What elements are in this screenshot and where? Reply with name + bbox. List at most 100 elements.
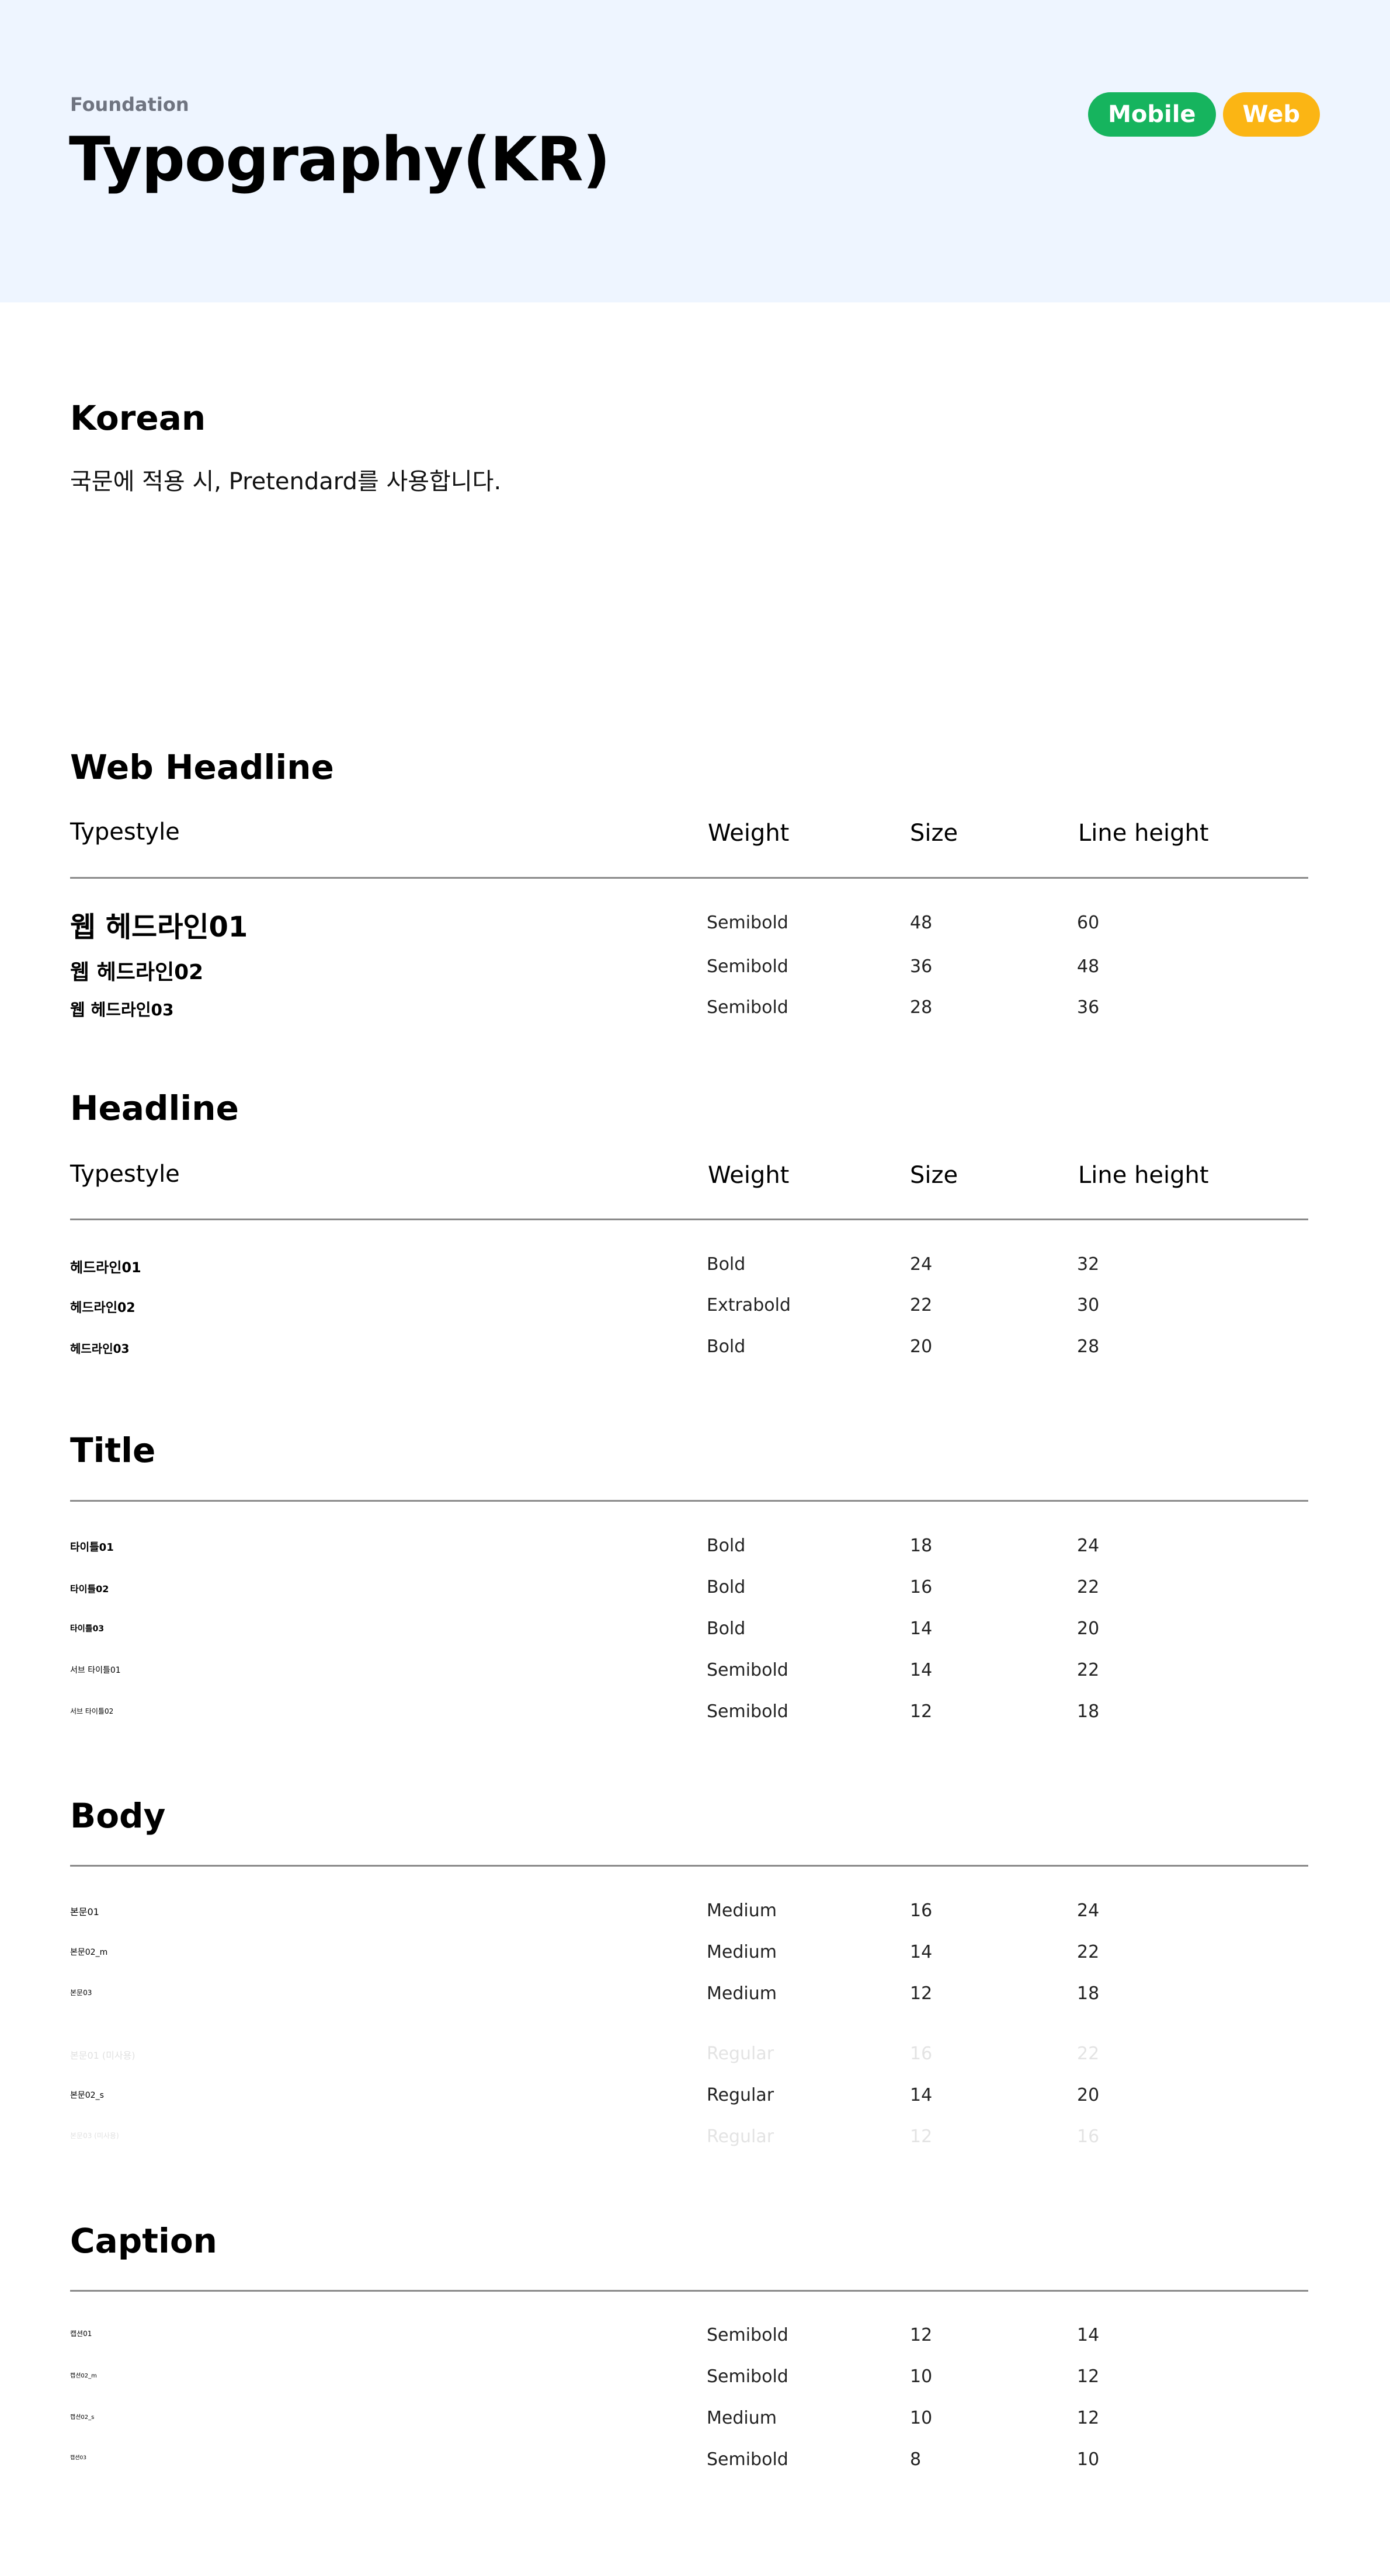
column-header-typestyle: Typestyle — [70, 1161, 180, 1188]
line-height-value: 14 — [1077, 2325, 1100, 2345]
type-sample-sub-title-02: 서브 타이틀02 — [70, 1707, 114, 1715]
weight-value: Semibold — [707, 913, 788, 933]
type-sample-sub-title-01: 서브 타이틀01 — [70, 1666, 121, 1675]
size-value: 16 — [910, 1900, 933, 1921]
weight-value: Bold — [707, 1577, 746, 1597]
line-height-value: 24 — [1077, 1536, 1100, 1556]
line-height-value: 18 — [1077, 1983, 1100, 2004]
line-height-value: 28 — [1077, 1336, 1100, 1357]
web-badge[interactable]: Web — [1222, 92, 1320, 137]
type-sample-caption-02-s: 캡션02_s — [70, 2414, 95, 2421]
line-height-value: 12 — [1077, 2366, 1100, 2387]
type-sample-title-02: 타이틀02 — [70, 1583, 109, 1595]
line-height-value: 60 — [1077, 913, 1100, 933]
mobile-badge[interactable]: Mobile — [1088, 92, 1216, 137]
type-sample-body-02-m: 본문02_m — [70, 1948, 108, 1957]
headline-section-title: Headline — [70, 1088, 239, 1128]
size-value: 12 — [910, 2325, 933, 2345]
weight-value: Regular — [707, 2126, 774, 2147]
line-height-value: 30 — [1077, 1295, 1100, 1315]
weight-value: Bold — [707, 1536, 746, 1556]
size-value: 48 — [910, 913, 933, 933]
divider — [70, 1500, 1308, 1502]
weight-value: Semibold — [707, 1660, 788, 1680]
column-header-weight: Weight — [708, 1162, 790, 1189]
line-height-value: 10 — [1077, 2449, 1100, 2470]
title-section-title: Title — [70, 1430, 156, 1470]
size-value: 28 — [910, 997, 933, 1018]
column-header-typestyle: Typestyle — [70, 819, 180, 845]
type-sample-headline-01: 헤드라인01 — [70, 1259, 141, 1276]
weight-value: Medium — [707, 1942, 777, 1962]
column-header-line-height: Line height — [1078, 820, 1209, 847]
divider — [70, 1219, 1308, 1220]
line-height-value: 16 — [1077, 2126, 1100, 2147]
weight-value: Semibold — [707, 1701, 788, 1722]
breadcrumb: Foundation — [70, 93, 189, 116]
size-value: 20 — [910, 1336, 933, 1357]
weight-value: Semibold — [707, 2366, 788, 2387]
type-sample-body-03: 본문03 — [70, 1989, 92, 1997]
weight-value: Extrabold — [707, 1295, 791, 1315]
type-sample-body-01: 본문01 — [70, 1906, 99, 1917]
size-value: 14 — [910, 1660, 933, 1680]
size-value: 24 — [910, 1254, 933, 1275]
weight-value: Medium — [707, 1900, 777, 1921]
line-height-value: 22 — [1077, 1577, 1100, 1597]
type-sample-web-headline-03: 웹 헤드라인03 — [70, 1000, 174, 1019]
size-value: 14 — [910, 1618, 933, 1639]
size-value: 14 — [910, 1942, 933, 1962]
type-sample-caption-01: 캡션01 — [70, 2330, 92, 2338]
line-height-value: 48 — [1077, 956, 1100, 977]
weight-value: Regular — [707, 2044, 774, 2064]
weight-value: Semibold — [707, 956, 788, 977]
type-sample-headline-03: 헤드라인03 — [70, 1342, 130, 1356]
divider — [70, 877, 1308, 879]
web-headline-section-title: Web Headline — [70, 747, 334, 787]
body-section-title: Body — [70, 1796, 166, 1836]
column-header-weight: Weight — [708, 820, 790, 847]
line-height-value: 20 — [1077, 1618, 1100, 1639]
type-sample-title-01: 타이틀01 — [70, 1541, 114, 1554]
line-height-value: 24 — [1077, 1900, 1100, 1921]
type-sample-body-01-regular: 본문01 (미사용) — [70, 2050, 135, 2061]
line-height-value: 32 — [1077, 1254, 1100, 1275]
size-value: 10 — [910, 2366, 933, 2387]
korean-description: 국문에 적용 시, Pretendard를 사용합니다. — [70, 468, 502, 495]
size-value: 12 — [910, 1983, 933, 2004]
page-title: Typography(KR) — [69, 124, 610, 195]
column-header-size: Size — [910, 820, 958, 847]
size-value: 22 — [910, 1295, 933, 1315]
weight-value: Regular — [707, 2085, 774, 2105]
weight-value: Semibold — [707, 997, 788, 1018]
type-sample-web-headline-02: 웹 헤드라인02 — [70, 960, 204, 984]
type-sample-caption-02-m: 캡션02_m — [70, 2373, 97, 2379]
platform-badges: Mobile Web — [1088, 92, 1320, 137]
caption-section-title: Caption — [70, 2221, 217, 2261]
column-header-size: Size — [910, 1162, 958, 1189]
type-sample-title-03: 타이틀03 — [70, 1624, 105, 1634]
korean-section-title: Korean — [70, 398, 206, 438]
line-height-value: 22 — [1077, 1942, 1100, 1962]
size-value: 18 — [910, 1536, 933, 1556]
weight-value: Bold — [707, 1336, 746, 1357]
weight-value: Semibold — [707, 2449, 788, 2470]
weight-value: Bold — [707, 1618, 746, 1639]
size-value: 16 — [910, 1577, 933, 1597]
column-header-line-height: Line height — [1078, 1162, 1209, 1189]
size-value: 10 — [910, 2408, 933, 2428]
size-value: 36 — [910, 956, 933, 977]
type-sample-body-03-regular: 본문03 (미사용) — [70, 2132, 119, 2140]
divider — [70, 2290, 1308, 2292]
size-value: 14 — [910, 2085, 933, 2105]
weight-value: Medium — [707, 1983, 777, 2004]
line-height-value: 12 — [1077, 2408, 1100, 2428]
line-height-value: 18 — [1077, 1701, 1100, 1722]
size-value: 12 — [910, 1701, 933, 1722]
size-value: 8 — [910, 2449, 922, 2470]
weight-value: Bold — [707, 1254, 746, 1275]
size-value: 12 — [910, 2126, 933, 2147]
type-sample-caption-03: 캡션03 — [70, 2455, 87, 2461]
line-height-value: 22 — [1077, 2044, 1100, 2064]
line-height-value: 22 — [1077, 1660, 1100, 1680]
